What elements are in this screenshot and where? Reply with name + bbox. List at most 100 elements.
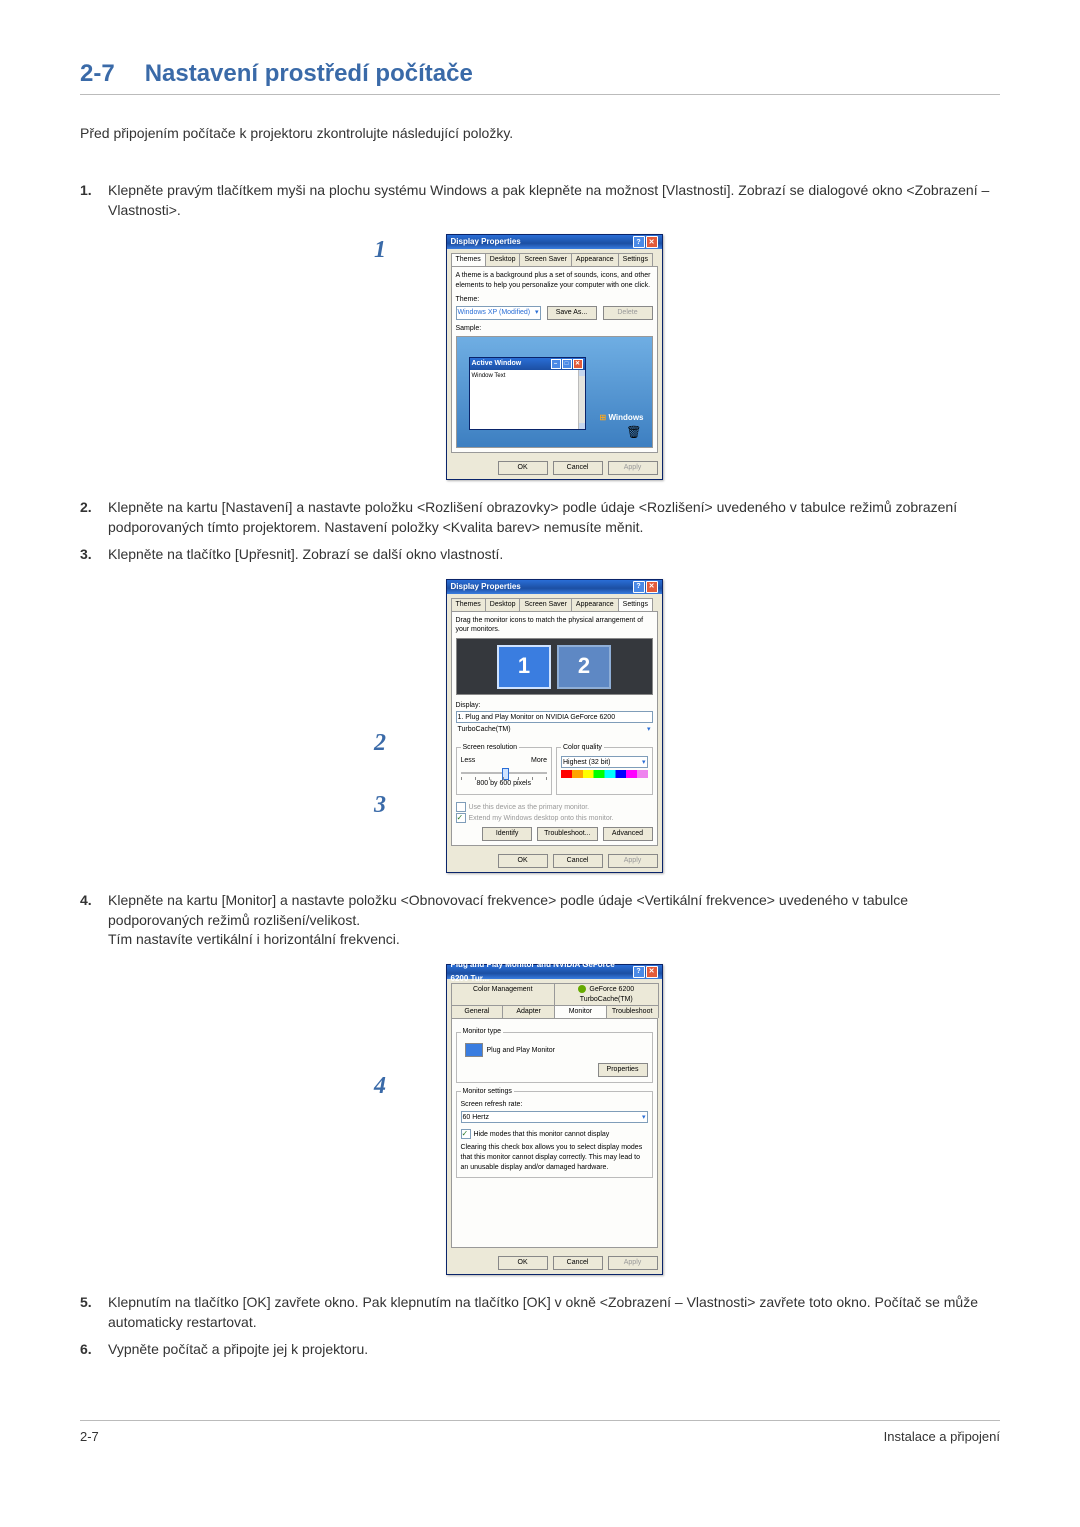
monitor-1-icon[interactable]: 1 (497, 645, 551, 689)
callout-3: 3 (374, 789, 386, 823)
step-2: Klepněte na kartu [Nastavení] a nastavte… (80, 498, 1000, 537)
callout-4: 4 (374, 1070, 386, 1104)
quality-legend: Color quality (561, 743, 604, 753)
ok-button[interactable]: OK (498, 461, 548, 475)
footer-page-number: 2-7 (80, 1429, 99, 1444)
step-1: Klepněte pravým tlačítkem myši na plochu… (80, 181, 1000, 480)
use-primary-checkbox (456, 802, 466, 812)
tab-desktop[interactable]: Desktop (485, 253, 521, 266)
properties-button[interactable]: Properties (598, 1063, 648, 1077)
monitor-settings-legend: Monitor settings (461, 1087, 514, 1097)
windows-logo: Windows (600, 412, 644, 423)
tab-themes[interactable]: Themes (451, 253, 486, 266)
close-icon[interactable]: ✕ (646, 236, 658, 248)
footer-chapter: Instalace a připojení (884, 1429, 1000, 1444)
cancel-button[interactable]: Cancel (553, 854, 603, 868)
extend-desktop-checkbox (456, 813, 466, 823)
monitor-icon (465, 1043, 483, 1057)
intro-text: Před připojením počítače k projektoru zk… (80, 125, 1000, 141)
tab-bar-row2: General Adapter Monitor Troubleshoot (447, 1005, 662, 1018)
tab-monitor[interactable]: Monitor (554, 1005, 607, 1018)
dialog-titlebar: Plug and Play Monitor and NVIDIA GeForce… (447, 965, 662, 979)
help-icon[interactable]: ? (633, 966, 645, 978)
tab-troubleshoot[interactable]: Troubleshoot (606, 1005, 659, 1018)
section-heading: 2-7 Nastavení prostředí počítače (80, 60, 1000, 95)
hide-modes-checkbox[interactable] (461, 1129, 471, 1139)
color-bar (561, 770, 648, 778)
ok-button[interactable]: OK (498, 1256, 548, 1270)
section-number: 2-7 (80, 60, 115, 87)
display-label: Display: (456, 701, 653, 711)
callout-2: 2 (374, 727, 386, 761)
less-label: Less (461, 756, 476, 766)
refresh-rate-select[interactable]: 60 Hertz (461, 1111, 648, 1123)
apply-button: Apply (608, 854, 658, 868)
display-select[interactable]: 1. Plug and Play Monitor on NVIDIA GeFor… (456, 711, 653, 723)
apply-button: Apply (608, 461, 658, 475)
tab-geforce[interactable]: GeForce 6200 TurboCache(TM) (554, 983, 659, 1006)
monitor-settings-fieldset: Monitor settings Screen refresh rate: 60… (456, 1087, 653, 1179)
help-icon[interactable]: ? (633, 236, 645, 248)
theme-label: Theme: (456, 295, 653, 305)
hide-modes-label: Hide modes that this monitor cannot disp… (474, 1131, 610, 1138)
ok-button[interactable]: OK (498, 854, 548, 868)
tab-appearance[interactable]: Appearance (571, 253, 619, 266)
window-text-label: Window Text (472, 373, 506, 379)
advanced-button[interactable]: Advanced (603, 827, 653, 841)
maximize-icon: □ (562, 359, 572, 369)
color-quality-select[interactable]: Highest (32 bit) (561, 756, 648, 768)
resolution-legend: Screen resolution (461, 743, 519, 753)
monitor-2-icon[interactable]: 2 (557, 645, 611, 689)
tab-appearance[interactable]: Appearance (571, 598, 619, 611)
color-quality-fieldset: Color quality Highest (32 bit) (556, 743, 653, 795)
display-properties-settings-dialog: Display Properties ? ✕ Themes Desktop Sc… (446, 579, 663, 873)
theme-sample-preview: Active Window – □ ✕ Window Text (456, 336, 653, 448)
close-icon[interactable]: ✕ (646, 966, 658, 978)
theme-description: A theme is a background plus a set of so… (456, 271, 653, 291)
refresh-rate-label: Screen refresh rate: (461, 1100, 648, 1110)
dialog-titlebar: Display Properties ? ✕ (447, 580, 662, 594)
cancel-button[interactable]: Cancel (553, 1256, 603, 1270)
tab-bar: Themes Desktop Screen Saver Appearance S… (447, 594, 662, 611)
save-as-button[interactable]: Save As... (547, 306, 597, 320)
screen-resolution-fieldset: Screen resolution Less More (456, 743, 553, 795)
tab-themes[interactable]: Themes (451, 598, 486, 611)
dialog-title: Display Properties (451, 580, 521, 594)
tab-adapter[interactable]: Adapter (502, 1005, 555, 1018)
tab-settings[interactable]: Settings (618, 253, 653, 266)
callout-1: 1 (374, 234, 386, 268)
resolution-slider[interactable] (461, 769, 548, 777)
help-icon[interactable]: ? (633, 581, 645, 593)
identify-button[interactable]: Identify (482, 827, 532, 841)
use-primary-label: Use this device as the primary monitor. (469, 804, 590, 811)
dialog-titlebar: Display Properties ? ✕ (447, 235, 662, 249)
recycle-bin-icon: 🗑 (626, 424, 641, 441)
extend-desktop-label: Extend my Windows desktop onto this moni… (469, 815, 614, 822)
tab-settings[interactable]: Settings (618, 598, 653, 611)
troubleshoot-button[interactable]: Troubleshoot... (537, 827, 597, 841)
nvidia-icon (578, 985, 586, 993)
more-label: More (531, 756, 547, 766)
dialog-title: Plug and Play Monitor and NVIDIA GeForce… (451, 958, 633, 986)
tab-screensaver[interactable]: Screen Saver (519, 253, 571, 266)
section-title-text: Nastavení prostředí počítače (145, 60, 473, 87)
cancel-button[interactable]: Cancel (553, 461, 603, 475)
tab-general[interactable]: General (451, 1005, 504, 1018)
tab-color-management[interactable]: Color Management (451, 983, 556, 1006)
tab-screensaver[interactable]: Screen Saver (519, 598, 571, 611)
monitor-type-legend: Monitor type (461, 1027, 504, 1037)
theme-select[interactable]: Windows XP (Modified) (456, 306, 541, 320)
sample-active-window: Active Window – □ ✕ Window Text (469, 357, 586, 430)
page-footer: 2-7 Instalace a připojení (80, 1420, 1000, 1444)
tab-desktop[interactable]: Desktop (485, 598, 521, 611)
tab-bar-row1: Color Management GeForce 6200 TurboCache… (447, 979, 662, 1006)
tab-bar: Themes Desktop Screen Saver Appearance S… (447, 249, 662, 266)
monitor-arrangement[interactable]: 1 2 (456, 638, 653, 695)
step-4: Klepněte na kartu [Monitor] a nastavte p… (80, 891, 1000, 1275)
dialog-title: Display Properties (451, 235, 521, 249)
close-icon[interactable]: ✕ (646, 581, 658, 593)
minimize-icon: – (551, 359, 561, 369)
monitor-type-value: Plug and Play Monitor (487, 1047, 555, 1054)
close-icon: ✕ (573, 359, 583, 369)
step-5: Klepnutím na tlačítko [OK] zavřete okno.… (80, 1293, 1000, 1332)
